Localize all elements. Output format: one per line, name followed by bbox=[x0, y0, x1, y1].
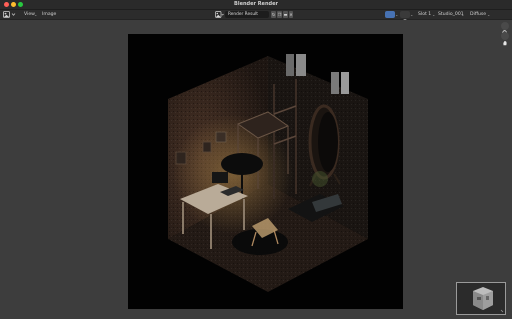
hand-icon bbox=[503, 41, 507, 46]
view-layer-select[interactable]: Studio_001 bbox=[438, 10, 464, 19]
image-reload-button[interactable]: ↻ bbox=[271, 11, 276, 18]
render-preview-thumbnail[interactable] bbox=[456, 282, 506, 315]
right-window-frame bbox=[331, 72, 339, 94]
zoom-button[interactable] bbox=[501, 22, 509, 36]
plant-glow bbox=[312, 171, 328, 187]
slot-chevron-icon: ⌄ bbox=[432, 12, 436, 17]
monitor bbox=[212, 172, 228, 183]
view-settings-chevron-icon: ⌄ bbox=[410, 12, 414, 17]
image-menu[interactable]: Image bbox=[42, 10, 56, 19]
pan-button[interactable] bbox=[501, 32, 509, 46]
image-unlink-button[interactable]: ✕ bbox=[289, 11, 293, 18]
image-name-field[interactable]: Render Result bbox=[225, 11, 269, 18]
image-picker: Render Result ↻ ❐ ▬ ✕ bbox=[215, 11, 293, 18]
window-titlebar: Blender Render bbox=[0, 0, 512, 10]
render-pass-chevron-icon: ⌄ bbox=[487, 12, 491, 17]
image-copy-button[interactable]: ❐ bbox=[277, 11, 282, 18]
slot-select[interactable]: Slot 1 bbox=[418, 10, 431, 19]
thumbnail-room-icon bbox=[457, 283, 505, 314]
render-result-image bbox=[128, 34, 403, 309]
channels-chevron-icon: ⌄ bbox=[395, 12, 399, 17]
window-title: Blender Render bbox=[234, 1, 278, 7]
editor-type-icon[interactable] bbox=[3, 11, 16, 18]
round-table bbox=[221, 153, 263, 175]
image-editor-header: View ⌄ Image Render Result ↻ ❐ ▬ ✕ ⌄ ⌄ S… bbox=[0, 10, 512, 26]
image-viewport[interactable] bbox=[0, 20, 512, 319]
image-browse-icon[interactable] bbox=[215, 11, 224, 18]
wall-frame bbox=[215, 131, 227, 143]
left-window-frame bbox=[286, 54, 294, 76]
view-menu-chevron-icon: ⌄ bbox=[34, 12, 38, 17]
display-channels-button[interactable] bbox=[385, 11, 395, 26]
image-folder-button[interactable]: ▬ bbox=[283, 11, 288, 18]
view-settings-button[interactable] bbox=[400, 11, 410, 26]
render-pass-select[interactable]: Diffuse bbox=[470, 10, 486, 19]
view-layer-chevron-icon: ⌄ bbox=[461, 12, 465, 17]
isometric-room-render bbox=[168, 54, 368, 292]
